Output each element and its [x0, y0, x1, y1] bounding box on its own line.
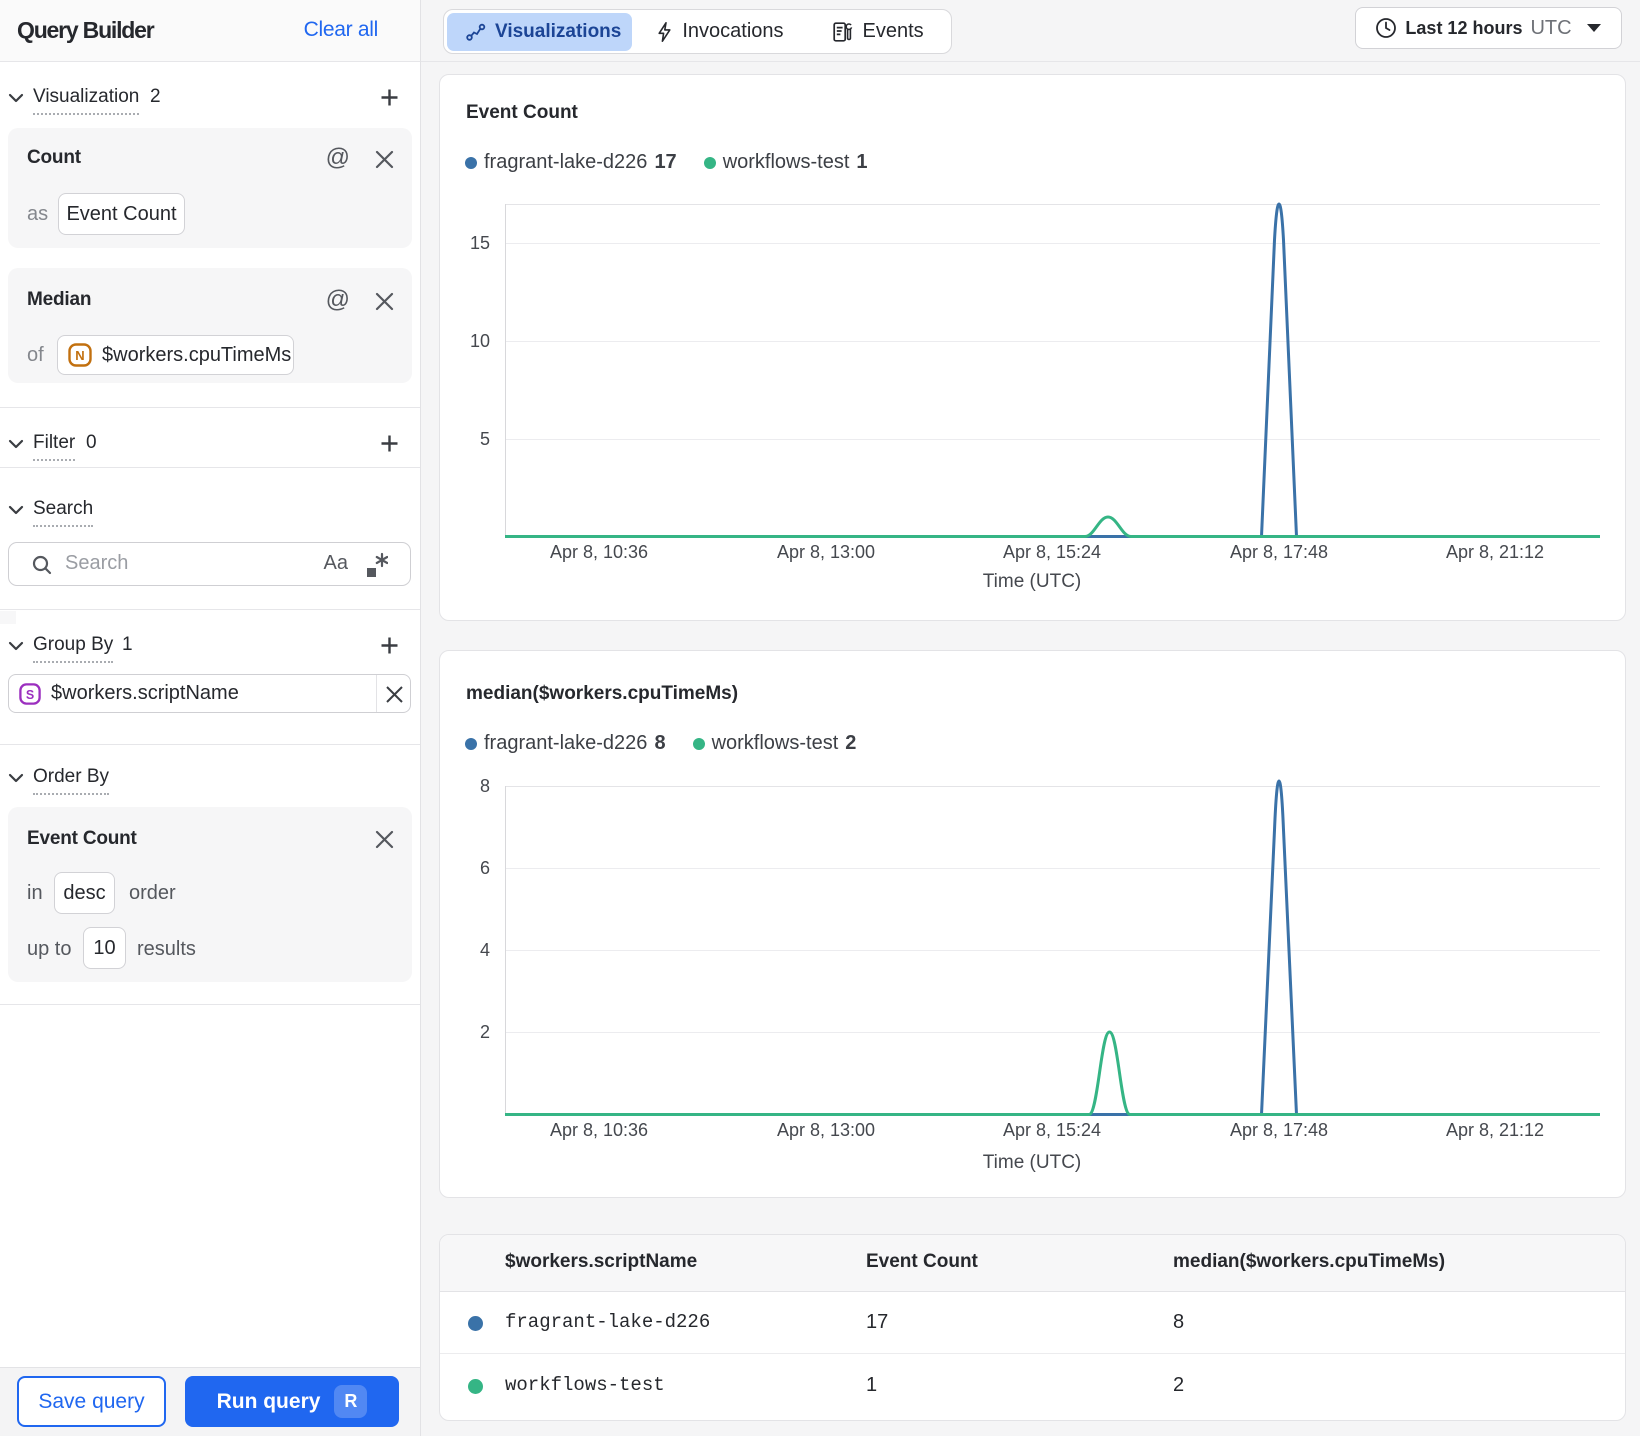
svg-text:N: N	[75, 348, 84, 363]
svg-text:S: S	[26, 688, 34, 702]
